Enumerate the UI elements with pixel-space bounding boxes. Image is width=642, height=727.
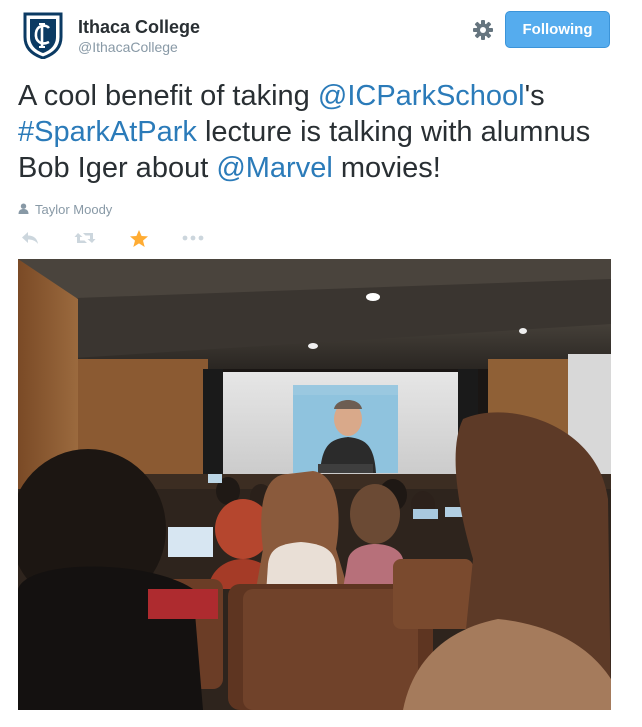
- tweet-text-segment: movies!: [332, 152, 441, 184]
- retweet-icon[interactable]: [72, 227, 98, 249]
- photo-credit-name[interactable]: Taylor Moody: [35, 202, 112, 217]
- tweet-header: Ithaca College @IthacaCollege Following: [0, 0, 642, 70]
- following-button[interactable]: Following: [505, 11, 610, 48]
- account-names: Ithaca College @IthacaCollege: [78, 16, 200, 56]
- tweet-text-segment: 's: [524, 80, 545, 112]
- tweet-text-segment: A cool benefit of taking: [18, 80, 318, 112]
- tweet-photo[interactable]: [18, 259, 611, 710]
- avatar[interactable]: [22, 11, 64, 60]
- gear-icon[interactable]: [472, 19, 494, 41]
- more-icon[interactable]: [180, 227, 206, 249]
- user-icon: [18, 202, 35, 217]
- mention-link[interactable]: @ICParkSchool: [318, 80, 525, 112]
- tweet-actions: [18, 227, 318, 249]
- photo-credit: Taylor Moody: [18, 200, 112, 218]
- tweet-text: A cool benefit of taking @ICParkSchool's…: [18, 78, 618, 186]
- favorite-icon[interactable]: [126, 227, 152, 249]
- mention-link[interactable]: @Marvel: [216, 152, 332, 184]
- reply-icon[interactable]: [18, 227, 44, 249]
- screen-name[interactable]: @IthacaCollege: [78, 38, 200, 56]
- display-name[interactable]: Ithaca College: [78, 16, 200, 38]
- hashtag-link[interactable]: #SparkAtPark: [18, 116, 197, 148]
- lecture-hall-image: [18, 259, 611, 710]
